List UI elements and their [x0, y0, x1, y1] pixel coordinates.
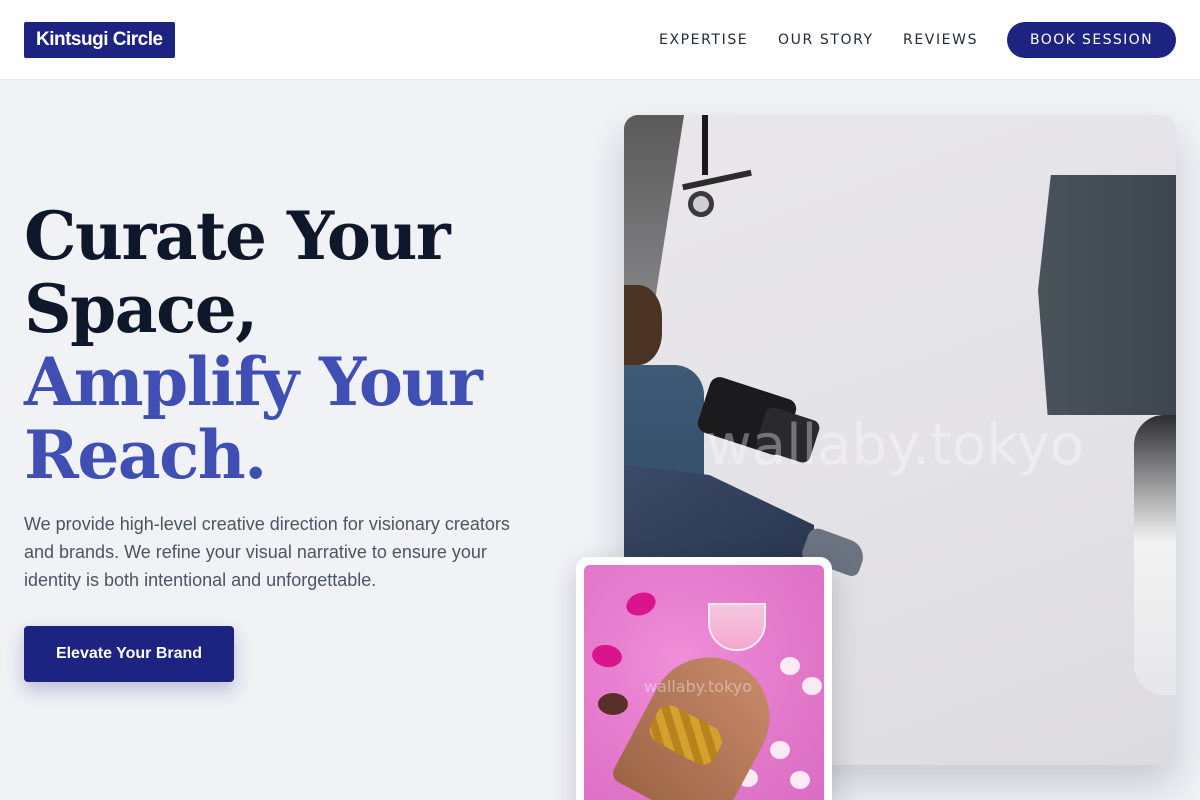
headline-line-2: Space,: [24, 270, 258, 348]
site-header: Kintsugi Circle EXPERTISE OUR STORY REVI…: [0, 0, 1200, 80]
photo-photographer-head: [624, 285, 662, 365]
elevate-brand-button[interactable]: Elevate Your Brand: [24, 626, 234, 682]
inset-photo-card: wallaby.tokyo: [576, 557, 832, 800]
inset-petal: [802, 677, 822, 695]
inset-petal: [790, 771, 810, 789]
hero-subcopy: We provide high-level creative direction…: [24, 514, 510, 590]
logo[interactable]: Kintsugi Circle: [24, 22, 175, 58]
inset-petal: [780, 657, 800, 675]
photo-light-stand: [702, 115, 708, 175]
headline-line-1: Curate Your: [24, 197, 451, 275]
nav-link-reviews[interactable]: REVIEWS: [903, 30, 978, 50]
photo-stand-leg: [682, 169, 752, 191]
photo-photographer-legs: [624, 465, 814, 565]
photo-stand-wheel: [688, 191, 714, 217]
nav-link-expertise[interactable]: EXPERTISE: [659, 30, 748, 50]
inset-hand: [609, 636, 791, 800]
book-session-button[interactable]: BOOK SESSION: [1007, 22, 1176, 58]
inset-candy: [598, 693, 628, 715]
photo-watermark: wallaby.tokyo: [706, 413, 1085, 478]
inset-watermark: wallaby.tokyo: [644, 677, 753, 696]
photo-model-figure: [1134, 415, 1176, 695]
hero-headline: Curate Your Space, Amplify Your Reach.: [24, 200, 544, 492]
inset-candy: [590, 642, 624, 670]
photo-grey-box: [1038, 175, 1176, 415]
inset-candy: [623, 588, 659, 620]
headline-line-4: Reach.: [24, 416, 267, 494]
inset-glass: [708, 603, 766, 651]
headline-line-3: Amplify Your: [24, 343, 483, 421]
inset-petal: [770, 741, 790, 759]
nav-link-our-story[interactable]: OUR STORY: [778, 30, 874, 50]
inset-photo-pink: wallaby.tokyo: [584, 565, 824, 800]
